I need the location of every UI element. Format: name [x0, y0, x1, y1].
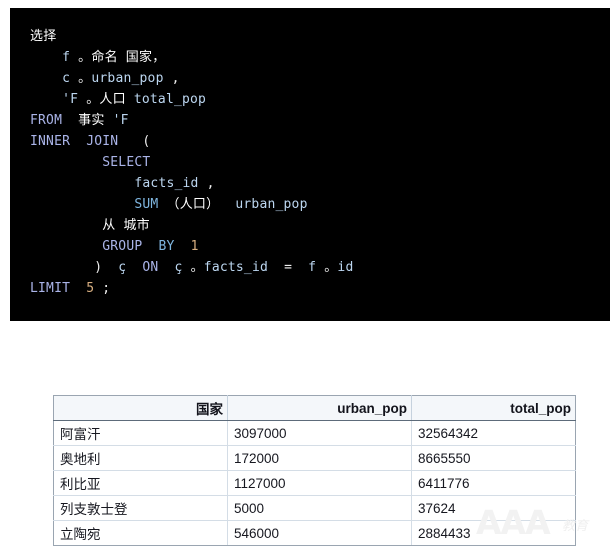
- cell-urban-pop: 3097000: [227, 420, 412, 446]
- code-token: c: [62, 71, 71, 86]
- code-token: urban_pop: [91, 71, 164, 86]
- cell-urban-pop: 5000: [227, 495, 412, 521]
- code-line: facts_id ,: [30, 173, 610, 194]
- sql-code-block: 选择 f 。命名 国家， c 。urban_pop , 'F 。人口 total…: [10, 8, 610, 321]
- code-token: GROUP: [102, 239, 143, 254]
- code-line: FROM 事实 'F: [30, 110, 610, 131]
- code-token: ,: [198, 176, 215, 191]
- code-line: LIMIT 5 ;: [30, 278, 610, 299]
- column-header-total-pop[interactable]: total_pop: [411, 395, 576, 421]
- query-result-table: 国家 urban_pop total_pop 阿富汗 3097000 3256434…: [53, 395, 576, 546]
- code-token: 。: [316, 260, 338, 275]
- code-token: 'F: [112, 113, 129, 128]
- code-token: 事实: [78, 113, 105, 128]
- code-token: 'F: [62, 92, 79, 107]
- code-token: =: [268, 260, 309, 275]
- result-table: 国家 urban_pop total_pop 阿富汗 3097000 3256434…: [53, 395, 576, 546]
- sql-code-text: 选择 f 。命名 国家， c 。urban_pop , 'F 。人口 total…: [10, 8, 610, 299]
- code-token: urban_pop: [235, 197, 308, 212]
- table-row[interactable]: 奥地利 172000 8665550: [53, 445, 576, 471]
- code-token: ON: [142, 260, 159, 275]
- code-token: 人口: [99, 92, 126, 107]
- table-row[interactable]: 阿富汗 3097000 32564342: [53, 420, 576, 446]
- cell-total-pop: 8665550: [411, 445, 576, 471]
- code-token: f: [62, 50, 71, 65]
- code-token: id: [337, 260, 354, 275]
- code-token: INNER: [30, 134, 71, 149]
- code-token: ）: [206, 197, 220, 212]
- code-token: 选择: [30, 29, 57, 44]
- code-token: FROM: [30, 113, 63, 128]
- cell-country: 利比亚: [53, 470, 228, 496]
- code-token: 。: [182, 260, 204, 275]
- table-body: 阿富汗 3097000 32564342 奥地利 172000 8665550 利比亚 112…: [53, 420, 576, 546]
- table-header-row: 国家 urban_pop total_pop: [53, 395, 576, 421]
- code-token: SELECT: [102, 155, 151, 170]
- code-token: 。: [78, 92, 100, 107]
- code-token: 。: [70, 71, 92, 86]
- code-token: ,: [163, 71, 180, 86]
- cell-country: 奥地利: [53, 445, 228, 471]
- code-line: INNER JOIN (: [30, 131, 610, 152]
- code-token: ç: [102, 260, 127, 275]
- code-line: 从 城市: [30, 215, 610, 236]
- cell-country: 阿富汗: [53, 420, 228, 446]
- cell-urban-pop: 172000: [227, 445, 412, 471]
- code-line: c 。urban_pop ,: [30, 68, 610, 89]
- cell-country: 列支敦士登: [53, 495, 228, 521]
- column-header-country[interactable]: 国家: [53, 395, 228, 421]
- code-token: BY: [158, 239, 175, 254]
- code-line: SELECT: [30, 152, 610, 173]
- code-token: 人口: [179, 197, 207, 212]
- code-line: GROUP BY 1: [30, 236, 610, 257]
- code-line: 选择: [30, 26, 610, 47]
- code-token: ;: [94, 281, 111, 296]
- code-token: facts_id: [203, 260, 269, 275]
- cell-total-pop: 32564342: [411, 420, 576, 446]
- code-token: (: [118, 134, 151, 149]
- code-token: （: [158, 197, 180, 212]
- code-token: total_pop: [133, 92, 207, 107]
- code-token: LIMIT: [30, 281, 71, 296]
- code-line: ) ç ON ç 。facts_id = f 。id: [30, 257, 610, 278]
- code-token: f: [308, 260, 317, 275]
- code-token: ç: [158, 260, 183, 275]
- table-row[interactable]: 利比亚 1127000 6411776: [53, 470, 576, 496]
- table-row[interactable]: 列支敦士登 5000 37624: [53, 495, 576, 521]
- code-line: 'F 。人口 total_pop: [30, 89, 610, 110]
- code-token: 。: [70, 50, 92, 65]
- code-token: 命名 国家，: [91, 50, 166, 65]
- cell-urban-pop: 1127000: [227, 470, 412, 496]
- code-line: f 。命名 国家，: [30, 47, 610, 68]
- code-line: SUM （人口） urban_pop: [30, 194, 610, 215]
- code-token: SUM: [134, 197, 159, 212]
- code-token: 1: [190, 239, 199, 254]
- table-header: 国家 urban_pop total_pop: [53, 395, 576, 421]
- cell-total-pop: 37624: [411, 495, 576, 521]
- code-token: 从 城市: [102, 218, 150, 233]
- code-token: facts_id: [134, 176, 199, 191]
- cell-total-pop: 6411776: [411, 470, 576, 496]
- column-header-urban-pop[interactable]: urban_pop: [227, 395, 412, 421]
- code-token: JOIN: [86, 134, 119, 149]
